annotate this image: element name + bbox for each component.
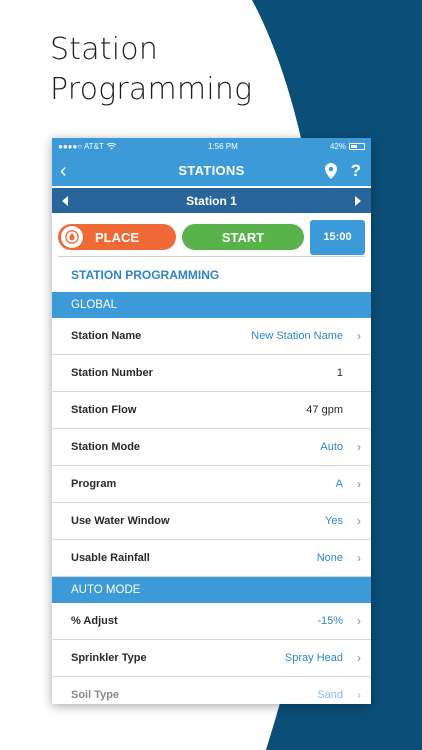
battery-icon — [348, 143, 365, 150]
group-header-global: GLOBAL — [52, 292, 371, 318]
chevron-right-icon: › — [357, 651, 361, 665]
next-station-icon[interactable] — [354, 195, 361, 206]
previous-station-icon[interactable] — [62, 195, 68, 206]
chevron-right-icon: › — [357, 514, 361, 528]
row-value: Sand — [317, 689, 343, 701]
duration-value: 15:00 — [323, 231, 352, 243]
station-selector-label: Station 1 — [186, 193, 237, 208]
chevron-right-icon: › — [357, 551, 361, 565]
row-station-mode[interactable]: Station Mode Auto › — [52, 429, 371, 466]
chevron-right-icon: › — [357, 614, 361, 628]
row-percent-adjust[interactable]: % Adjust -15% › — [52, 603, 371, 640]
row-value: Yes — [325, 515, 343, 527]
status-bar: ●●●●○ AT&T 1:56 PM 42% — [52, 138, 371, 155]
row-label: Usable Rainfall — [71, 552, 150, 564]
row-value: 47 gpm — [306, 404, 343, 416]
row-label: Station Mode — [71, 441, 141, 453]
nav-bar: ‹ STATIONS ? — [52, 155, 371, 188]
place-button-label: PLACE — [94, 229, 140, 245]
group-header-auto-mode: AUTO MODE — [52, 577, 371, 603]
row-soil-type[interactable]: Soil Type Sand › — [52, 677, 371, 704]
phone-screen: ●●●●○ AT&T 1:56 PM 42% ‹ STATIONS ? Stat… — [52, 138, 371, 704]
row-station-name[interactable]: Station Name New Station Name › — [52, 318, 371, 355]
action-row: PLACE START 15:00 — [52, 213, 371, 256]
chevron-right-icon: › — [357, 477, 361, 491]
row-station-number: Station Number 1 › — [52, 355, 371, 392]
row-label: Soil Type — [71, 689, 120, 701]
row-label: Use Water Window — [71, 515, 170, 527]
start-button-label: START — [221, 229, 265, 245]
back-chevron-icon[interactable]: ‹ — [60, 161, 67, 181]
row-label: Sprinkler Type — [71, 652, 147, 664]
headline-line-2: Programming — [50, 72, 253, 107]
water-drop-icon — [61, 226, 83, 248]
place-button[interactable]: PLACE — [58, 224, 176, 250]
duration-button[interactable]: 15:00 — [310, 219, 365, 255]
row-label: Program — [71, 478, 117, 490]
page-title: STATIONS — [178, 163, 245, 178]
row-value: Auto — [320, 441, 343, 453]
chevron-right-icon: › — [357, 329, 361, 343]
section-title: STATION PROGRAMMING — [58, 256, 365, 292]
row-label: Station Name — [71, 330, 142, 342]
row-label: Station Number — [71, 367, 153, 379]
row-value: None — [316, 552, 343, 564]
row-value: 1 — [336, 367, 343, 379]
row-usable-rainfall[interactable]: Usable Rainfall None › — [52, 540, 371, 577]
row-label: % Adjust — [71, 615, 118, 627]
chevron-right-icon: › — [357, 440, 361, 454]
row-program[interactable]: Program A › — [52, 466, 371, 503]
row-value: New Station Name — [251, 330, 343, 342]
row-value: Spray Head — [284, 652, 343, 664]
row-value: -15% — [317, 615, 343, 627]
carrier-label: ●●●●○ AT&T — [58, 142, 104, 151]
row-sprinkler-type[interactable]: Sprinkler Type Spray Head › — [52, 640, 371, 677]
battery-percent: 42% — [329, 142, 346, 151]
clock: 1:56 PM — [207, 142, 238, 151]
location-pin-icon[interactable] — [324, 163, 337, 179]
headline-line-1: Station — [50, 32, 159, 67]
headline: Station Programming — [50, 30, 252, 110]
help-icon[interactable]: ? — [351, 161, 361, 181]
row-label: Station Flow — [71, 404, 137, 416]
start-button[interactable]: START — [182, 224, 304, 250]
wifi-icon — [106, 143, 116, 150]
row-station-flow: Station Flow 47 gpm › — [52, 392, 371, 429]
row-use-water-window[interactable]: Use Water Window Yes › — [52, 503, 371, 540]
row-value: A — [335, 478, 343, 490]
chevron-right-icon: › — [357, 688, 361, 702]
station-selector: Station 1 — [52, 188, 371, 213]
